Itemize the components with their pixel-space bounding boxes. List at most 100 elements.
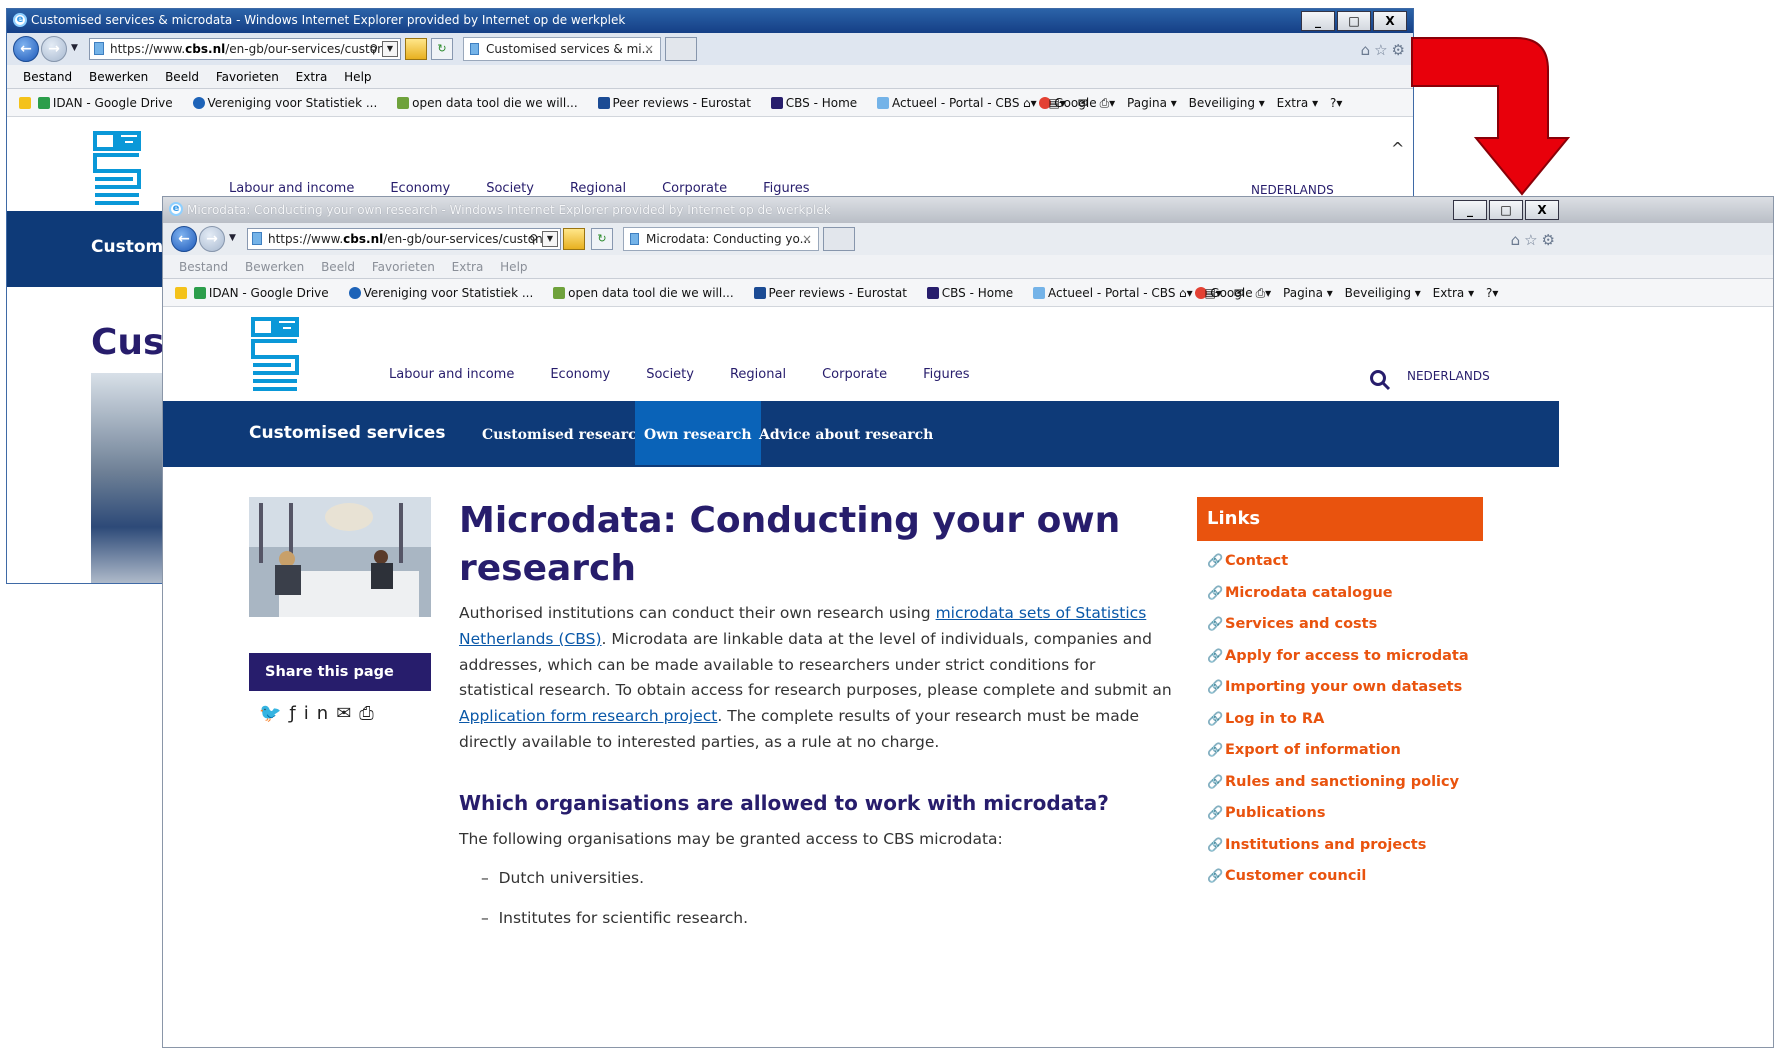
nav-corporate[interactable]: Corporate — [822, 367, 887, 382]
menu-help[interactable]: Help — [500, 260, 527, 274]
cmd-beveiliging[interactable]: Beveiliging ▾ — [1189, 96, 1265, 110]
favorites-star-icon[interactable] — [19, 97, 31, 109]
scroll-up-icon[interactable]: ^ — [1391, 139, 1404, 158]
menu-bewerken[interactable]: Bewerken — [89, 70, 148, 84]
feeds-icon[interactable]: ▤▾ — [1048, 96, 1065, 110]
refresh-icon[interactable]: ↻ — [591, 228, 613, 250]
mail-icon[interactable]: ✉ — [1078, 96, 1088, 110]
nav-regional[interactable]: Regional — [570, 181, 626, 196]
fav-item[interactable]: IDAN - Google Drive — [193, 286, 337, 300]
facebook-icon[interactable]: ƒ — [289, 703, 303, 724]
link-rules-sanctioning[interactable]: 🔗 Rules and sanctioning policy — [1207, 774, 1459, 790]
mail-icon[interactable]: ✉ — [336, 703, 359, 724]
maximize-button[interactable]: □ — [1337, 11, 1371, 31]
nav-society[interactable]: Society — [486, 181, 534, 196]
fav-item[interactable]: Actueel - Portal - CBS — [1033, 286, 1183, 300]
fav-item[interactable]: Vereniging voor Statistiek ... — [192, 96, 386, 110]
nav-corporate[interactable]: Corporate — [662, 181, 727, 196]
tab-close-icon[interactable]: × — [644, 38, 654, 60]
toolbar-icons[interactable]: ⌂☆⚙ — [1511, 231, 1559, 249]
link-microdata-catalogue[interactable]: 🔗 Microdata catalogue — [1207, 585, 1393, 601]
forward-nav-icon[interactable]: → — [41, 36, 67, 62]
fav-item[interactable]: open data tool die we will... — [553, 286, 742, 300]
nav-economy[interactable]: Economy — [550, 367, 610, 382]
link-apply-for-access[interactable]: 🔗 Apply for access to microdata — [1207, 648, 1469, 664]
menu-beeld[interactable]: Beeld — [321, 260, 355, 274]
link-institutions-projects[interactable]: 🔗 Institutions and projects — [1207, 837, 1426, 853]
fav-item[interactable]: Vereniging voor Statistiek ... — [348, 286, 542, 300]
close-button[interactable]: X — [1373, 11, 1407, 31]
cmd-pagina[interactable]: Pagina ▾ — [1283, 286, 1333, 300]
link-importing-datasets[interactable]: 🔗 Importing your own datasets — [1207, 679, 1462, 695]
nav-economy[interactable]: Economy — [390, 181, 450, 196]
fav-item[interactable]: IDAN - Google Drive — [37, 96, 181, 110]
menu-extra[interactable]: Extra — [452, 260, 484, 274]
minimize-button[interactable]: _ — [1453, 200, 1487, 220]
forward-nav-icon[interactable]: → — [199, 226, 225, 252]
lock-icon[interactable] — [405, 38, 427, 60]
subnav-customised-research[interactable]: Customised research — [473, 401, 656, 465]
front-address-bar[interactable]: https://www.cbs.nl/en-gb/our-services/cu… — [247, 228, 561, 250]
print-icon[interactable]: ⎙ — [359, 703, 381, 724]
fav-item[interactable]: Actueel - Portal - CBS — [877, 96, 1027, 110]
cmd-pagina[interactable]: Pagina ▾ — [1127, 96, 1177, 110]
link-customer-council[interactable]: 🔗 Customer council — [1207, 868, 1366, 884]
home-icon[interactable]: ⌂▾ — [1179, 286, 1193, 300]
nav-figures[interactable]: Figures — [763, 181, 809, 196]
search-icon[interactable] — [1369, 369, 1391, 391]
nav-labour[interactable]: Labour and income — [389, 367, 514, 382]
cmd-beveiliging[interactable]: Beveiliging ▾ — [1345, 286, 1421, 300]
menu-beeld[interactable]: Beeld — [165, 70, 199, 84]
history-dropdown-icon[interactable]: ▼ — [229, 233, 236, 243]
nav-regional[interactable]: Regional — [730, 367, 786, 382]
front-browser-window[interactable]: e Microdata: Conducting your own researc… — [162, 196, 1774, 1048]
application-form-link[interactable]: Application form research project — [459, 707, 717, 725]
back-tab[interactable]: Customised services & mi... × — [463, 37, 661, 61]
language-link[interactable]: NEDERLANDS — [1251, 183, 1334, 197]
refresh-icon[interactable]: ↻ — [431, 38, 453, 60]
menu-bewerken[interactable]: Bewerken — [245, 260, 304, 274]
nav-figures[interactable]: Figures — [923, 367, 969, 382]
back-nav-icon[interactable]: ← — [13, 36, 39, 62]
fav-item[interactable]: CBS - Home — [770, 96, 865, 110]
back-window-titlebar[interactable]: e Customised services & microdata - Wind… — [7, 9, 1413, 33]
link-contact[interactable]: 🔗 Contact — [1207, 553, 1288, 569]
linkedin-icon[interactable]: in — [304, 703, 336, 724]
front-window-titlebar[interactable]: e Microdata: Conducting your own researc… — [163, 197, 1773, 223]
menu-bestand[interactable]: Bestand — [23, 70, 72, 84]
menu-bestand[interactable]: Bestand — [179, 260, 228, 274]
help-icon[interactable]: ?▾ — [1330, 96, 1342, 110]
search-icon[interactable]: ⚲ — [529, 229, 538, 249]
minimize-button[interactable]: _ — [1301, 11, 1335, 31]
address-dropdown-icon[interactable]: ▼ — [382, 41, 398, 57]
history-dropdown-icon[interactable]: ▼ — [71, 43, 78, 53]
subnav-advice-about-research[interactable]: Advice about research — [750, 401, 942, 465]
lock-icon[interactable] — [563, 228, 585, 250]
print-icon[interactable]: ⎙▾ — [1256, 286, 1272, 300]
menu-favorieten[interactable]: Favorieten — [216, 70, 279, 84]
menu-favorieten[interactable]: Favorieten — [372, 260, 435, 274]
cbs-logo[interactable] — [93, 131, 141, 205]
new-tab-button[interactable] — [665, 37, 697, 61]
link-export-information[interactable]: 🔗 Export of information — [1207, 742, 1401, 758]
maximize-button[interactable]: □ — [1489, 200, 1523, 220]
link-publications[interactable]: 🔗 Publications — [1207, 805, 1325, 821]
tab-close-icon[interactable]: × — [802, 228, 812, 250]
subnav-own-research[interactable]: Own research — [635, 401, 761, 465]
section-title[interactable]: Custom — [91, 237, 163, 257]
menu-help[interactable]: Help — [344, 70, 371, 84]
home-icon[interactable]: ⌂▾ — [1023, 96, 1037, 110]
back-nav-icon[interactable]: ← — [171, 226, 197, 252]
back-address-bar[interactable]: https://www.cbs.nl/en-gb/our-services/cu… — [89, 38, 401, 60]
print-icon[interactable]: ⎙▾ — [1100, 96, 1116, 110]
section-title[interactable]: Customised services — [249, 423, 445, 443]
twitter-icon[interactable]: 🐦 — [259, 703, 289, 724]
mail-icon[interactable]: ✉ — [1234, 286, 1244, 300]
nav-society[interactable]: Society — [646, 367, 694, 382]
link-services-and-costs[interactable]: 🔗 Services and costs — [1207, 616, 1377, 632]
favorites-star-icon[interactable] — [175, 287, 187, 299]
front-tab[interactable]: Microdata: Conducting yo... × — [623, 227, 819, 251]
cmd-extra[interactable]: Extra ▾ — [1277, 96, 1319, 110]
new-tab-button[interactable] — [823, 227, 855, 251]
fav-item[interactable]: Peer reviews - Eurostat — [753, 286, 915, 300]
